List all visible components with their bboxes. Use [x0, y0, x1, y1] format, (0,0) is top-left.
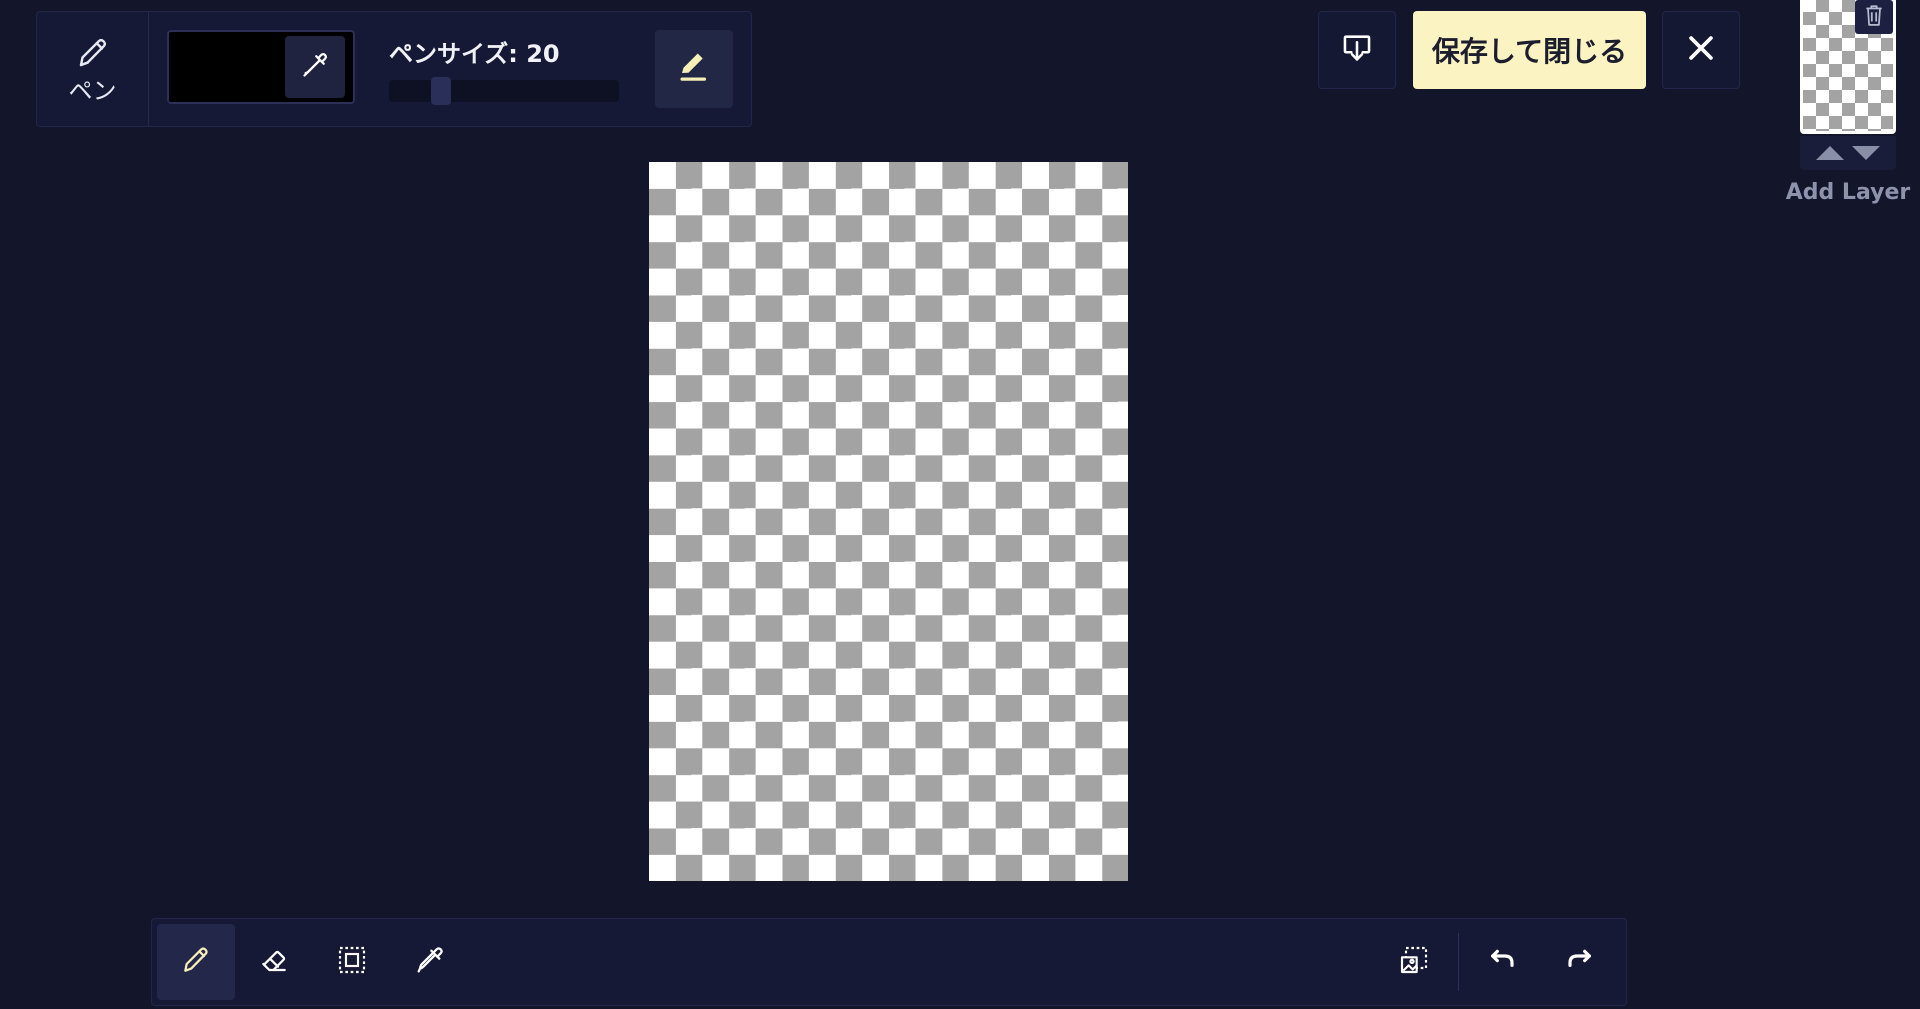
undo-button[interactable]: [1463, 924, 1541, 1000]
import-button[interactable]: [1318, 11, 1396, 89]
pen-size-label: ペンサイズ: 20: [389, 40, 560, 68]
pen-size-slider-thumb[interactable]: [431, 77, 451, 105]
eyedropper-tool-button[interactable]: [391, 924, 469, 1000]
image-selection-icon: [1398, 944, 1430, 980]
swatch-eyedropper-button[interactable]: [285, 36, 345, 98]
layer-order-controls: [1800, 136, 1896, 170]
drawing-canvas[interactable]: [649, 162, 1128, 881]
pen-tool-button[interactable]: [157, 924, 235, 1000]
selection-tool-button[interactable]: [313, 924, 391, 1000]
current-tool-label: ペン: [68, 77, 117, 105]
eraser-tool-button[interactable]: [235, 924, 313, 1000]
bottom-toolbar: [151, 918, 1627, 1006]
pen-icon: [75, 35, 111, 75]
tool-options-panel: ペン ペンサイズ: 20: [36, 11, 752, 127]
pen-size-slider[interactable]: [389, 77, 619, 105]
redo-icon: [1564, 944, 1596, 980]
undo-icon: [1486, 944, 1518, 980]
pen-icon: [180, 944, 212, 980]
redo-button[interactable]: [1541, 924, 1619, 1000]
current-tool-indicator: ペン: [37, 12, 149, 126]
selection-icon: [336, 944, 368, 980]
toolbar-divider: [1458, 933, 1459, 991]
save-and-close-button[interactable]: 保存して閉じる: [1413, 11, 1646, 89]
trash-icon: [1863, 3, 1885, 31]
add-layer-button[interactable]: Add Layer: [1784, 180, 1912, 205]
delete-layer-button[interactable]: [1855, 0, 1893, 34]
close-icon: [1684, 31, 1718, 69]
paint-editor: ペン ペンサイズ: 20 保存して閉じる Add Layer: [0, 0, 1920, 1009]
move-layer-down-icon[interactable]: [1852, 146, 1880, 160]
eyedropper-icon: [300, 50, 330, 84]
import-icon: [1340, 31, 1374, 69]
color-swatch[interactable]: [167, 30, 355, 104]
move-layer-up-icon[interactable]: [1816, 146, 1844, 160]
close-button[interactable]: [1662, 11, 1740, 89]
eraser-icon: [258, 944, 290, 980]
pen-underline-icon: [676, 49, 712, 89]
eyedropper-icon: [414, 944, 446, 980]
image-selection-button[interactable]: [1375, 924, 1453, 1000]
pen-mode-button[interactable]: [655, 30, 733, 108]
